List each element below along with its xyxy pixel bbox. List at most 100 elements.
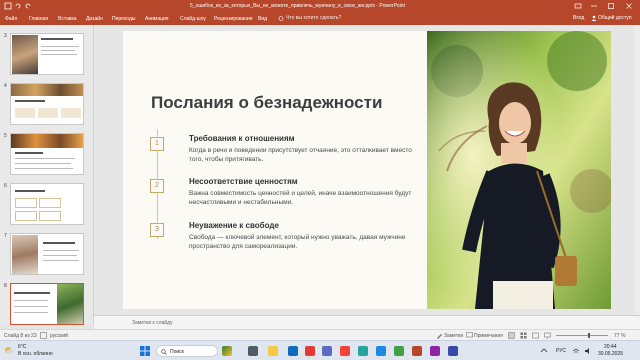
app-icon-5[interactable]	[394, 346, 404, 356]
tab-view[interactable]: Вид	[258, 16, 267, 22]
share-button[interactable]: Общий доступ	[598, 15, 632, 21]
editor-scrollbar[interactable]	[634, 25, 640, 315]
tab-transitions[interactable]: Переходы	[112, 16, 135, 22]
slide-title[interactable]: Послания о безнадежности	[151, 93, 382, 113]
bullet-heading-3[interactable]: Неуважение к свободе	[189, 221, 279, 230]
zoom-level[interactable]: 77 %	[614, 333, 625, 339]
tab-file[interactable]: Файл	[5, 16, 17, 22]
title-bar: 5_ошибок_из_за_которых_Вы_не_можете_прив…	[0, 0, 640, 12]
bullet-body-2[interactable]: Важна совместимость ценностей и целей, и…	[189, 189, 419, 207]
thumbnail-image	[10, 33, 84, 75]
tab-insert[interactable]: Вставка	[58, 16, 77, 22]
slide-canvas[interactable]: Послания о безнадежности 1 Требования к …	[123, 31, 611, 309]
undo-icon[interactable]	[14, 2, 22, 10]
notes-icon	[437, 334, 442, 339]
share-icon	[591, 15, 597, 21]
thumbnail-image	[10, 233, 84, 275]
windows-start-icon[interactable]	[140, 346, 150, 356]
windows-taskbar: 6°C В осн. облачно Поиск РУС 20:44 30.05…	[0, 340, 640, 360]
tab-animations[interactable]: Анимация	[145, 16, 168, 22]
close-icon[interactable]	[625, 2, 633, 10]
thumbnail-slide-5[interactable]: 5	[0, 133, 94, 177]
powerpoint-taskbar-icon[interactable]	[412, 346, 422, 356]
slide-counter: Слайд 8 из 23	[4, 333, 37, 339]
notes-toggle-button[interactable]: Заметки	[444, 333, 463, 339]
proofing-icon[interactable]	[40, 332, 47, 339]
maximize-icon[interactable]	[607, 2, 615, 10]
thumbnail-number: 4	[4, 83, 7, 89]
bullet-heading-1[interactable]: Требования к отношениям	[189, 134, 295, 143]
thumbnail-number: 5	[4, 133, 7, 139]
slide-sorter-icon[interactable]	[520, 332, 527, 339]
clock-date[interactable]: 30.05.2025	[598, 351, 623, 357]
tell-me-search[interactable]: Что вы хотите сделать?	[286, 15, 341, 21]
weather-desc[interactable]: В осн. облачно	[18, 351, 53, 357]
slideshow-icon[interactable]	[544, 332, 551, 339]
wifi-icon[interactable]	[572, 347, 580, 355]
zoom-slider-thumb[interactable]	[588, 333, 590, 338]
normal-view-icon[interactable]	[508, 332, 515, 339]
bullet-number-3: 3	[150, 223, 164, 237]
thumbnail-number: 8	[4, 283, 7, 289]
app-icon-6[interactable]	[430, 346, 440, 356]
tab-design[interactable]: Дизайн	[86, 16, 103, 22]
app-icon-2[interactable]	[340, 346, 350, 356]
chevron-up-icon[interactable]	[540, 347, 548, 355]
ribbon-tabs: Файл Главная Вставка Дизайн Переходы Ани…	[0, 12, 640, 25]
language-indicator[interactable]: русский	[50, 333, 68, 339]
volume-icon[interactable]	[584, 347, 592, 355]
notes-pane[interactable]: Заметки к слайду	[94, 315, 640, 329]
tab-review[interactable]: Рецензирование	[214, 16, 253, 22]
slide-thumbnails-pane[interactable]: 3 4 5 6 7 8	[0, 25, 94, 325]
thumbnail-image	[10, 133, 84, 175]
app-icon-4[interactable]	[376, 346, 386, 356]
laughing-woman-photo[interactable]	[427, 31, 611, 309]
taskbar-search-label: Поиск	[170, 349, 184, 355]
file-explorer-icon[interactable]	[268, 346, 278, 356]
thumbnail-slide-7[interactable]: 7	[0, 233, 94, 277]
minimize-icon[interactable]	[590, 2, 598, 10]
reading-view-icon[interactable]	[532, 332, 539, 339]
bullet-number-1: 1	[150, 137, 164, 151]
thumbnail-slide-6[interactable]: 6	[0, 183, 94, 227]
comments-icon	[466, 332, 473, 338]
widgets-icon[interactable]	[222, 346, 232, 356]
bullet-heading-2[interactable]: Несоответствие ценностям	[189, 177, 298, 186]
bullet-body-3[interactable]: Свобода — ключевой элемент, который нужн…	[189, 233, 419, 251]
bullet-body-1[interactable]: Когда в речи и поведении присутствует от…	[189, 146, 419, 164]
taskbar-search-box[interactable]: Поиск	[156, 345, 218, 357]
edge-browser-icon[interactable]	[288, 346, 298, 356]
thumbnail-image	[10, 183, 84, 225]
thumbnail-slide-8[interactable]: 8	[0, 283, 94, 327]
tab-home[interactable]: Главная	[29, 16, 48, 22]
clock-time[interactable]: 20:44	[604, 344, 617, 350]
window-title: 5_ошибок_из_за_которых_Вы_не_можете_прив…	[190, 3, 405, 9]
thumbnail-number: 3	[4, 33, 7, 39]
zoom-slider[interactable]	[556, 335, 608, 336]
comments-toggle-button[interactable]: Примечания	[474, 333, 503, 339]
thumbnail-number: 7	[4, 233, 7, 239]
thumbnail-number: 6	[4, 183, 7, 189]
signin-link[interactable]: Вход	[573, 15, 584, 21]
weather-temp[interactable]: 6°C	[18, 344, 26, 350]
status-bar: Слайд 8 из 23 русский Заметки Примечания…	[0, 329, 640, 340]
bullet-number-2: 2	[150, 179, 164, 193]
notes-placeholder[interactable]: Заметки к слайду	[132, 320, 173, 326]
redo-icon[interactable]	[24, 2, 32, 10]
search-icon	[161, 349, 167, 355]
yandex-icon[interactable]	[305, 346, 315, 356]
app-icon-1[interactable]	[322, 346, 332, 356]
app-icon-7[interactable]	[448, 346, 458, 356]
task-view-icon[interactable]	[248, 346, 258, 356]
app-icon-3[interactable]	[358, 346, 368, 356]
tab-slideshow[interactable]: Слайд-шоу	[180, 16, 206, 22]
weather-icon[interactable]	[4, 345, 14, 355]
thumbnail-image	[10, 83, 84, 125]
thumbnail-slide-3[interactable]: 3	[0, 33, 94, 77]
slide-editor[interactable]: Послания о безнадежности 1 Требования к …	[94, 25, 640, 315]
ribbon-display-icon[interactable]	[574, 2, 582, 10]
input-language[interactable]: РУС	[556, 348, 566, 354]
autosave-icon[interactable]	[4, 2, 12, 10]
thumbnail-slide-4[interactable]: 4	[0, 83, 94, 127]
thumbnail-image	[10, 283, 84, 325]
